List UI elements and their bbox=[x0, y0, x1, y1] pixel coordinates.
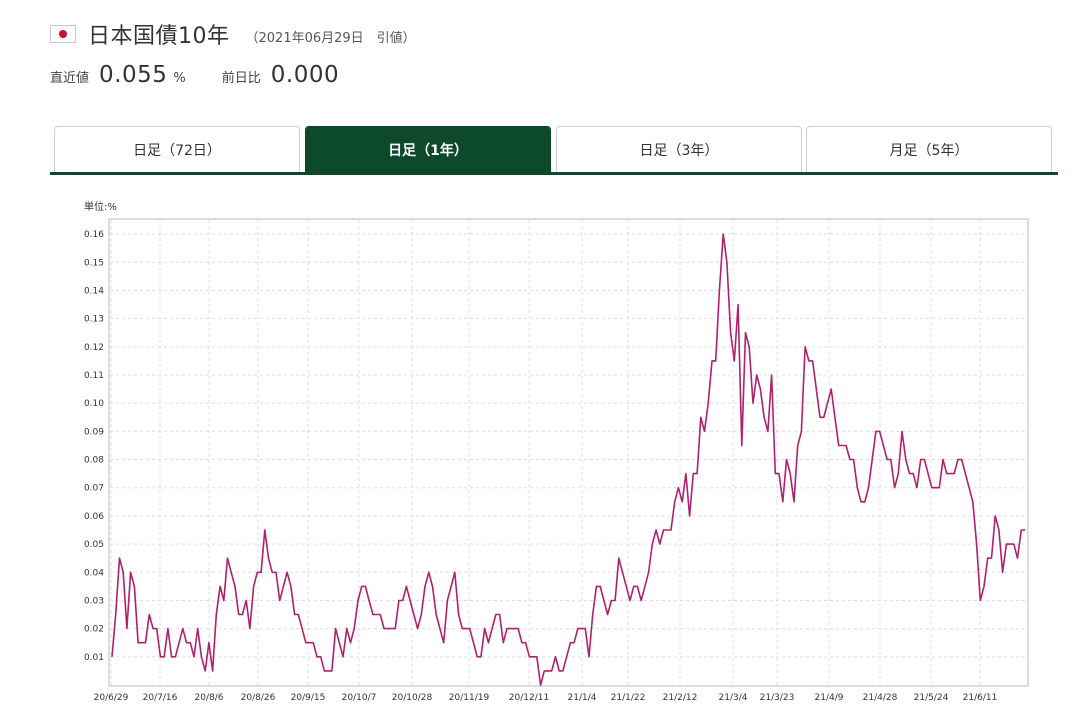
yield-line-chart: 単位:% 0.010.020.030.040.050.060.070.080.0… bbox=[84, 200, 1029, 703]
x-tick-label: 21/2/12 bbox=[663, 693, 698, 703]
x-tick-label: 21/3/23 bbox=[760, 693, 795, 703]
x-tick-label: 21/3/4 bbox=[719, 693, 748, 703]
x-axis-ticks: 20/6/29 20/7/16 20/8/6 20/8/26 20/9/15 20/10/… bbox=[94, 693, 998, 703]
y-tick-label: 0.02 bbox=[84, 625, 104, 635]
y-axis-ticks: 0.01 0.02 0.03 0.04 0.05 0.06 0.07 0.08 0.09 0.10… bbox=[84, 230, 104, 663]
x-tick-label: 21/4/28 bbox=[863, 693, 898, 703]
y-tick-label: 0.15 bbox=[84, 258, 104, 268]
x-tick-label: 20/8/26 bbox=[241, 693, 276, 703]
x-tick-label: 21/1/22 bbox=[611, 693, 646, 703]
x-tick-label: 20/6/29 bbox=[94, 693, 129, 703]
y-tick-label: 0.04 bbox=[84, 568, 104, 578]
x-tick-label: 20/11/19 bbox=[449, 693, 490, 703]
x-tick-label: 20/7/16 bbox=[143, 693, 178, 703]
y-tick-label: 0.10 bbox=[84, 399, 104, 409]
y-tick-label: 0.07 bbox=[84, 484, 104, 494]
x-tick-label: 21/5/24 bbox=[914, 693, 949, 703]
y-tick-label: 0.08 bbox=[84, 456, 104, 466]
x-tick-label: 21/1/4 bbox=[568, 693, 597, 703]
x-tick-label: 20/9/15 bbox=[291, 693, 326, 703]
y-tick-label: 0.13 bbox=[84, 315, 104, 325]
x-tick-label: 21/6/11 bbox=[963, 693, 998, 703]
y-tick-label: 0.06 bbox=[84, 512, 104, 522]
y-tick-label: 0.05 bbox=[84, 540, 104, 550]
y-tick-label: 0.01 bbox=[84, 653, 104, 663]
x-tick-label: 20/12/11 bbox=[509, 693, 549, 703]
y-tick-label: 0.14 bbox=[84, 286, 104, 296]
y-tick-label: 0.03 bbox=[84, 596, 104, 606]
x-tick-label: 20/8/6 bbox=[195, 693, 224, 703]
y-tick-label: 0.12 bbox=[84, 343, 104, 353]
x-tick-label: 20/10/28 bbox=[392, 693, 433, 703]
chart-unit-label: 単位:% bbox=[84, 200, 117, 213]
plot-frame bbox=[108, 218, 1029, 687]
y-tick-label: 0.16 bbox=[84, 230, 104, 240]
x-tick-label: 20/10/7 bbox=[342, 693, 377, 703]
x-tick-label: 21/4/9 bbox=[815, 693, 844, 703]
y-tick-label: 0.09 bbox=[84, 427, 104, 437]
y-tick-label: 0.11 bbox=[84, 371, 104, 381]
